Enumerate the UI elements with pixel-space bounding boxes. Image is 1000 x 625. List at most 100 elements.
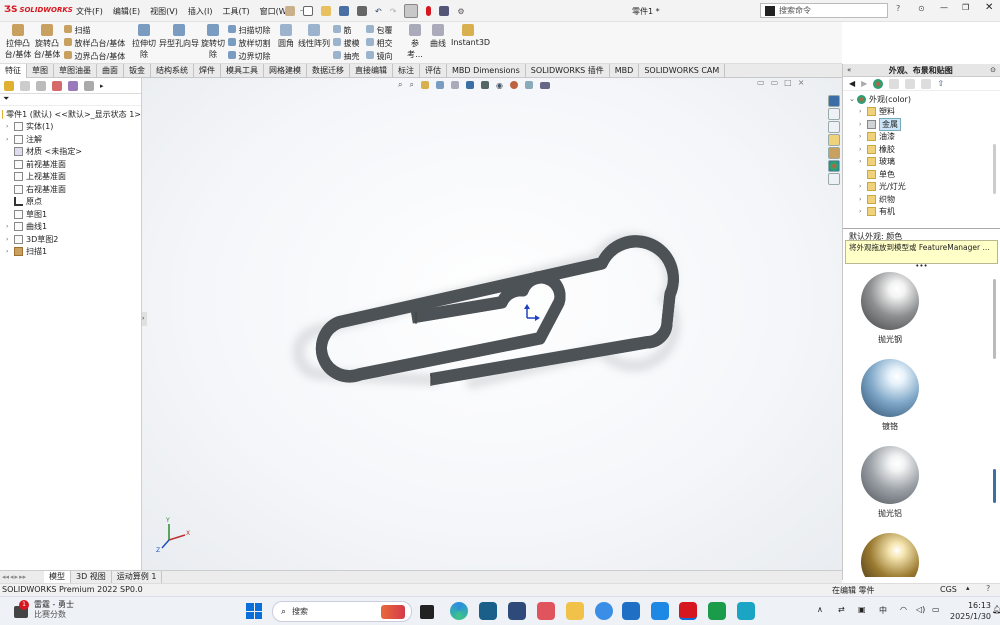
app-icon[interactable] — [508, 602, 526, 620]
viewport-restore-icon[interactable]: ▭ — [771, 78, 779, 87]
restore-button[interactable]: ❐ — [962, 3, 969, 12]
pin-pane-icon[interactable]: ⊙ — [990, 66, 996, 74]
dimxpert-tab-icon[interactable] — [52, 80, 62, 91]
tree-item-material[interactable]: 材质 <未指定> — [6, 146, 141, 159]
custom-properties-tab-icon[interactable] — [828, 173, 840, 185]
tab-data-migration[interactable]: 数据迁移 — [307, 64, 350, 78]
add-appearance-icon[interactable] — [873, 78, 884, 89]
expand-arrow-icon[interactable]: ⌄ — [849, 95, 857, 103]
instant3d-button[interactable]: Instant3D — [451, 24, 490, 47]
category-paint[interactable]: › 油漆 — [859, 131, 1000, 144]
first-tab-icon[interactable]: ◂◂ — [2, 573, 9, 581]
tab-mesh-modeling[interactable]: 网格建模 — [264, 64, 307, 78]
up-folder-icon[interactable]: ⇧ — [937, 79, 944, 88]
tray-app-icon[interactable]: ⇄ — [838, 605, 845, 614]
new-doc-icon[interactable] — [303, 6, 313, 16]
swatch-scrollbar[interactable] — [993, 279, 996, 359]
tree-item-curve1[interactable]: › 曲线1 — [6, 221, 141, 234]
options-gear-icon[interactable]: ⚙ — [457, 7, 464, 16]
mirror-button[interactable]: 镜向 — [366, 50, 393, 63]
expand-arrow-icon[interactable]: › — [859, 158, 867, 165]
tree-item-top-plane[interactable]: 上视基准面 — [6, 171, 141, 184]
units-dropdown-icon[interactable]: ▴ — [966, 584, 970, 592]
tree-item-front-plane[interactable]: 前视基准面 — [6, 158, 141, 171]
appearance-root[interactable]: ⌄ 外观(color) — [849, 93, 1000, 106]
paperclip-model[interactable]: Y X Z — [142, 78, 842, 570]
category-rubber[interactable]: › 橡胶 — [859, 143, 1000, 156]
weather-widget[interactable]: 1 雷霆 - 勇士 比赛分数 — [12, 600, 74, 620]
category-color[interactable]: 单色 — [859, 168, 1000, 181]
file-explorer-icon[interactable] — [566, 602, 584, 620]
tab-evaluate[interactable]: 评估 — [420, 64, 447, 78]
volume-icon[interactable]: ◁) — [916, 605, 925, 614]
tray-overflow-icon[interactable]: ∧ — [817, 605, 823, 614]
menu-insert[interactable]: 插入(I) — [188, 6, 213, 17]
traffic-light-icon[interactable] — [426, 6, 432, 16]
swatch-scrollbar-thumb[interactable] — [993, 469, 996, 503]
solidworks-resources-tab-icon[interactable] — [828, 95, 840, 107]
filter-icon[interactable]: ⏷ — [3, 94, 9, 103]
help-dropdown-icon[interactable]: ⊙ — [918, 4, 925, 13]
viewport-close-icon[interactable]: × — [798, 78, 805, 87]
redo-icon[interactable]: ↷ — [390, 7, 397, 16]
tab-structure-system[interactable]: 结构系统 — [151, 64, 194, 78]
panel-collapse-handle[interactable]: › — [142, 312, 147, 326]
app-icon[interactable] — [737, 602, 755, 620]
menu-edit[interactable]: 编辑(E) — [113, 6, 140, 17]
ime-indicator[interactable]: 中 — [879, 605, 887, 616]
configuration-tab-icon[interactable] — [36, 80, 46, 91]
forward-icon[interactable]: ▶ — [861, 79, 867, 88]
open-icon[interactable] — [321, 6, 331, 16]
tree-root-part[interactable]: 零件1 (默认) <<默认>_显示状态 1> — [2, 108, 141, 121]
task-view-icon[interactable] — [420, 605, 434, 619]
tree-item-annotations[interactable]: › 注解 — [6, 133, 141, 146]
expand-arrow-icon[interactable]: › — [859, 121, 867, 128]
tab-weldments[interactable]: 焊件 — [194, 64, 221, 78]
tab-markup[interactable]: 标注 — [393, 64, 420, 78]
tab-mbd[interactable]: MBD — [610, 64, 640, 78]
category-lights[interactable]: › 光/灯光 — [859, 181, 1000, 194]
tree-item-sketch1[interactable]: 草图1 — [6, 208, 141, 221]
tab-features[interactable]: 特征 — [0, 64, 27, 78]
store-icon[interactable] — [479, 602, 497, 620]
refresh-icon[interactable] — [921, 78, 932, 89]
category-organic[interactable]: › 有机 — [859, 206, 1000, 219]
minimize-button[interactable]: — — [940, 3, 948, 12]
swept-boss-button[interactable]: 扫描 — [64, 24, 125, 37]
expand-arrow-icon[interactable]: › — [6, 123, 14, 130]
home-icon[interactable] — [285, 6, 295, 16]
boundary-boss-button[interactable]: 边界凸台/基体 — [64, 50, 125, 63]
app-icon[interactable] — [651, 602, 669, 620]
category-metal[interactable]: › 金属 — [859, 117, 1000, 131]
category-glass[interactable]: › 玻璃 — [859, 156, 1000, 169]
prev-tab-icon[interactable]: ◂ — [10, 573, 14, 581]
tree-item-3dsketch2[interactable]: › 3D草图2 — [6, 233, 141, 246]
expand-arrow-icon[interactable]: › — [859, 133, 867, 140]
tree-item-right-plane[interactable]: 右视基准面 — [6, 183, 141, 196]
copy-icon[interactable] — [889, 78, 900, 89]
taskbar-search[interactable]: ⌕ 搜索 — [272, 601, 412, 622]
tab-mold-tools[interactable]: 模具工具 — [221, 64, 264, 78]
tray-app-icon[interactable]: ▣ — [858, 605, 866, 614]
expand-arrow-icon[interactable]: › — [6, 236, 14, 243]
outlook-icon[interactable] — [622, 602, 640, 620]
tab-3d-views[interactable]: 3D 视图 — [71, 571, 112, 583]
tab-sketch[interactable]: 草图 — [27, 64, 54, 78]
tab-direct-editing[interactable]: 直接编辑 — [350, 64, 393, 78]
menu-view[interactable]: 视图(V) — [150, 6, 178, 17]
swept-cut-button[interactable]: 扫描切除 — [228, 24, 271, 37]
category-fabric[interactable]: › 织物 — [859, 193, 1000, 206]
draft-button[interactable]: 拔模 — [333, 37, 360, 50]
help-icon[interactable]: ? — [896, 4, 900, 13]
linear-pattern-button[interactable]: 线性阵列 — [298, 24, 330, 49]
rib-button[interactable]: 筋 — [333, 24, 360, 37]
paste-icon[interactable] — [905, 78, 916, 89]
save-icon[interactable] — [339, 6, 349, 16]
swatch-brass[interactable] — [861, 533, 919, 577]
solidworks-taskbar-icon[interactable] — [679, 602, 697, 620]
undo-icon[interactable]: ↶ — [375, 7, 382, 16]
onedrive-icon[interactable] — [595, 602, 613, 620]
tab-solidworks-cam[interactable]: SOLIDWORKS CAM — [639, 64, 726, 78]
units-selector[interactable]: CGS — [940, 585, 957, 594]
graphics-area[interactable]: ⌕ ⌕ ◉ Y X Z › ▭ ▭ □ × — [142, 78, 842, 570]
